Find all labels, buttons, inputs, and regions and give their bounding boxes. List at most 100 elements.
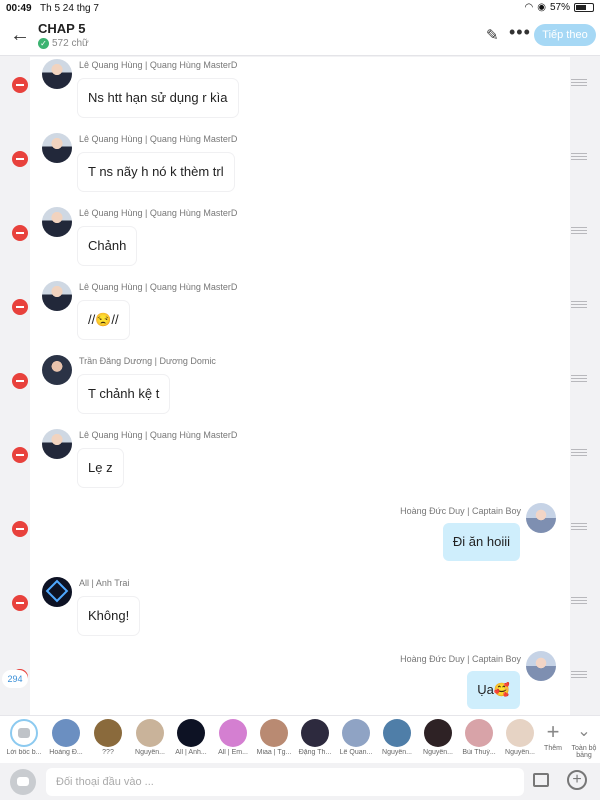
message-bubble[interactable]: Lẹ z bbox=[78, 449, 123, 487]
message-bubble[interactable]: Ns htt hạn sử dụng r kìa bbox=[78, 79, 238, 117]
delete-message-button[interactable] bbox=[12, 299, 28, 315]
battery-icon bbox=[574, 3, 594, 12]
character-label: Hoàng Đ... bbox=[49, 749, 83, 756]
word-count-text: 572 chữ bbox=[52, 38, 89, 49]
add-label: Thêm bbox=[544, 745, 562, 752]
character-avatar bbox=[136, 719, 164, 747]
character-label: Nguyễn... bbox=[505, 749, 535, 756]
character-item[interactable]: All | Em... bbox=[214, 719, 252, 756]
character-item[interactable]: Miaa | Tg... bbox=[255, 719, 293, 756]
drag-handle-icon[interactable] bbox=[571, 449, 587, 457]
avatar[interactable] bbox=[42, 59, 72, 89]
character-avatar bbox=[342, 719, 370, 747]
next-button[interactable]: Tiếp theo bbox=[534, 24, 596, 46]
drag-handle-icon[interactable] bbox=[571, 597, 587, 605]
sender-name: Lê Quang Hùng | Quang Hùng MasterD bbox=[79, 134, 238, 144]
character-avatar bbox=[260, 719, 288, 747]
character-label: Nguyễn... bbox=[423, 749, 453, 756]
character-item[interactable]: Bùi Thuý... bbox=[460, 719, 498, 756]
avatar[interactable] bbox=[42, 207, 72, 237]
message-row: Lê Quang Hùng | Quang Hùng MasterD Chảnh bbox=[0, 205, 600, 279]
back-arrow-icon[interactable]: ← bbox=[10, 24, 32, 46]
message-bubble[interactable]: Ụa🥰 bbox=[467, 671, 520, 709]
status-time: 00:49 bbox=[6, 3, 32, 14]
chevron-down-icon: ⌄ bbox=[577, 723, 591, 740]
show-all-button[interactable]: ⌄ Toàn bộ bảng bbox=[568, 719, 600, 759]
avatar[interactable] bbox=[42, 429, 72, 459]
character-avatar bbox=[52, 719, 80, 747]
sender-name: Lê Quang Hùng | Quang Hùng MasterD bbox=[79, 430, 238, 440]
avatar[interactable] bbox=[526, 503, 556, 533]
character-item[interactable]: Nguyễn... bbox=[501, 719, 539, 756]
delete-message-button[interactable] bbox=[12, 521, 28, 537]
character-label: Lê Quan... bbox=[339, 749, 373, 756]
message-row: Trần Đăng Dương | Dương Domic T chảnh kệ… bbox=[0, 353, 600, 427]
character-item[interactable]: Nguyễn... bbox=[419, 719, 457, 756]
character-item[interactable]: Nguyễn... bbox=[378, 719, 416, 756]
character-avatar bbox=[465, 719, 493, 747]
drag-handle-icon[interactable] bbox=[571, 227, 587, 235]
message-bubble[interactable]: //😒// bbox=[78, 301, 129, 339]
drag-handle-icon[interactable] bbox=[571, 79, 587, 87]
speech-bubble-icon[interactable] bbox=[10, 769, 36, 795]
character-item[interactable]: ??? bbox=[89, 719, 127, 756]
avatar[interactable] bbox=[42, 133, 72, 163]
character-label: Lời bốc b... bbox=[6, 749, 42, 756]
character-item[interactable]: Nguyễn... bbox=[131, 719, 169, 756]
character-label: Nguyễn... bbox=[135, 749, 165, 756]
drag-handle-icon[interactable] bbox=[571, 375, 587, 383]
pencil-icon[interactable]: ✎ bbox=[486, 26, 499, 44]
avatar[interactable] bbox=[42, 281, 72, 311]
delete-message-button[interactable] bbox=[12, 373, 28, 389]
delete-message-button[interactable] bbox=[12, 447, 28, 463]
orientation-lock-icon: ◉ bbox=[537, 2, 546, 13]
character-avatar bbox=[177, 719, 205, 747]
drag-handle-icon[interactable] bbox=[571, 153, 587, 161]
delete-message-button[interactable] bbox=[12, 77, 28, 93]
avatar[interactable] bbox=[42, 577, 72, 607]
image-icon[interactable] bbox=[533, 773, 549, 787]
check-icon: ✓ bbox=[38, 38, 49, 49]
avatar[interactable] bbox=[526, 651, 556, 681]
add-circle-icon[interactable]: + bbox=[567, 770, 587, 790]
add-character-button[interactable]: + Thêm bbox=[540, 719, 566, 752]
character-avatar bbox=[506, 719, 534, 747]
avatar[interactable] bbox=[42, 355, 72, 385]
character-avatar bbox=[94, 719, 122, 747]
status-right: ◠ ◉ 57% bbox=[525, 2, 594, 13]
narration-icon bbox=[10, 719, 38, 747]
drag-handle-icon[interactable] bbox=[571, 523, 587, 531]
status-date: Th 5 24 thg 7 bbox=[40, 3, 99, 14]
message-bubble[interactable]: T ns nãy h nó k thèm trl bbox=[78, 153, 234, 191]
drag-handle-icon[interactable] bbox=[571, 671, 587, 679]
character-avatar bbox=[383, 719, 411, 747]
sender-name: Lê Quang Hùng | Quang Hùng MasterD bbox=[79, 60, 238, 70]
delete-message-button[interactable] bbox=[12, 225, 28, 241]
delete-message-button[interactable] bbox=[12, 151, 28, 167]
character-item[interactable]: Lê Quan... bbox=[337, 719, 375, 756]
character-narration[interactable]: Lời bốc b... bbox=[5, 719, 43, 756]
drag-handle-icon[interactable] bbox=[571, 301, 587, 309]
dialogue-input[interactable] bbox=[46, 768, 524, 796]
message-bubble[interactable]: T chảnh kệ t bbox=[78, 375, 170, 413]
message-bubble[interactable]: Chảnh bbox=[78, 227, 137, 265]
character-item[interactable]: Hoàng Đ... bbox=[47, 719, 85, 756]
character-item[interactable]: Đặng Th... bbox=[296, 719, 334, 756]
character-item[interactable]: All | Anh... bbox=[172, 719, 210, 756]
chat-area: Lê Quang Hùng | Quang Hùng MasterD Ns ht… bbox=[0, 57, 600, 715]
delete-message-button[interactable] bbox=[12, 595, 28, 611]
character-label: All | Em... bbox=[218, 749, 248, 756]
more-options-icon[interactable]: ••• bbox=[509, 22, 531, 43]
sender-name: Trần Đăng Dương | Dương Domic bbox=[79, 356, 216, 366]
message-bubble[interactable]: Đi ăn hoiii bbox=[442, 523, 520, 561]
wifi-icon: ◠ bbox=[524, 2, 534, 13]
message-bubble[interactable]: Không! bbox=[78, 597, 140, 635]
character-label: Nguyễn... bbox=[382, 749, 412, 756]
character-label: Miaa | Tg... bbox=[256, 749, 292, 756]
character-label: All | Anh... bbox=[175, 749, 207, 756]
sender-name: Lê Quang Hùng | Quang Hùng MasterD bbox=[79, 282, 238, 292]
sender-name: Hoàng Đức Duy | Captain Boy bbox=[400, 654, 521, 664]
status-bar: 00:49 Th 5 24 thg 7 ◠ ◉ 57% bbox=[0, 0, 600, 16]
character-label: Bùi Thuý... bbox=[462, 749, 496, 756]
message-row: Lê Quang Hùng | Quang Hùng MasterD Lẹ z bbox=[0, 427, 600, 501]
